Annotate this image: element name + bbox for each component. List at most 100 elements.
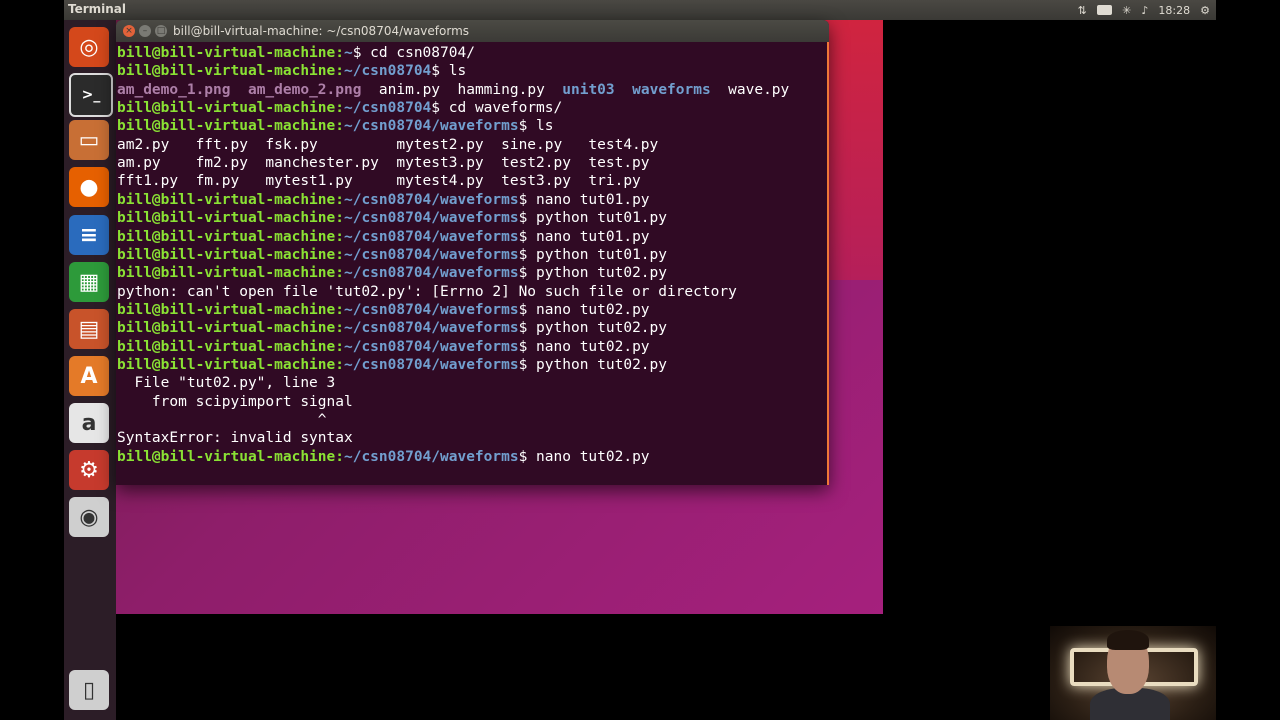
image-file-entry: am_demo_1.png	[117, 81, 231, 98]
network-icon[interactable]: ⇅	[1078, 4, 1087, 17]
command-text: $ ls	[431, 63, 467, 80]
directory-entry: waveforms	[632, 81, 711, 98]
terminal-line: bill@bill-virtual-machine:~/csn08704/wav…	[117, 209, 667, 227]
terminal-line: bill@bill-virtual-machine:~/csn08704/wav…	[117, 448, 650, 466]
output-text: File "tut02.py", line 3	[117, 375, 336, 392]
terminal-line: File "tut02.py", line 3	[117, 374, 335, 392]
bluetooth-icon[interactable]: ✳	[1122, 4, 1131, 17]
close-button[interactable]: ×	[123, 25, 135, 37]
command-text: $ python tut01.py	[518, 246, 667, 263]
terminal-titlebar[interactable]: × – □ bill@bill-virtual-machine: ~/csn08…	[116, 20, 829, 42]
terminal-line: bill@bill-virtual-machine:~/csn08704/wav…	[117, 301, 650, 319]
amazon-glyph: a	[81, 410, 97, 436]
terminal-line: bill@bill-virtual-machine:~/csn08704/wav…	[117, 356, 667, 374]
dvd-icon[interactable]: ◉	[69, 497, 109, 537]
system-settings-glyph: ⚙	[79, 457, 99, 483]
clock[interactable]: 18:28	[1158, 4, 1190, 17]
file-entry: anim.py hamming.py	[361, 81, 563, 98]
prompt-user: bill@bill-virtual-machine:	[117, 100, 344, 117]
prompt-user: bill@bill-virtual-machine:	[117, 191, 344, 208]
terminal-line: bill@bill-virtual-machine:~/csn08704/wav…	[117, 246, 667, 264]
active-app-title: Terminal	[68, 2, 127, 16]
libreoffice-calc-glyph: ▦	[78, 269, 100, 295]
ubuntu-dash-icon[interactable]: ◎	[69, 27, 109, 67]
directory-entry: unit03	[562, 81, 615, 98]
terminal-line: bill@bill-virtual-machine:~/csn08704$ cd…	[117, 99, 562, 117]
terminal-line: am_demo_1.png am_demo_2.png anim.py hamm…	[117, 81, 789, 99]
terminal-output[interactable]: bill@bill-virtual-machine:~$ cd csn08704…	[116, 42, 829, 485]
terminal-line: am2.py fft.py fsk.py mytest2.py sine.py …	[117, 136, 658, 154]
command-text: $ python tut02.py	[518, 265, 667, 282]
terminal-line: bill@bill-virtual-machine:~/csn08704/wav…	[117, 319, 667, 337]
prompt-path: ~/csn08704/waveforms	[343, 356, 519, 373]
system-settings-icon[interactable]: ⚙	[69, 450, 109, 490]
command-text: $ python tut02.py	[518, 356, 667, 373]
terminal-line: am.py fm2.py manchester.py mytest3.py te…	[117, 154, 650, 172]
ubuntu-dash-glyph: ◎	[79, 34, 99, 60]
prompt-path: ~/csn08704/waveforms	[343, 210, 519, 227]
image-file-entry: am_demo_2.png	[247, 81, 362, 98]
command-text: $ python tut01.py	[518, 210, 667, 227]
prompt-user: bill@bill-virtual-machine:	[117, 301, 344, 318]
software-center-glyph: A	[80, 363, 98, 389]
terminal-icon[interactable]: >_	[69, 73, 113, 117]
command-text: $ nano tut02.py	[518, 448, 650, 465]
top-panel: Terminal ⇅ En ✳ ♪ 18:28 ⚙	[64, 0, 1216, 20]
trash-icon[interactable]: ▯	[69, 670, 109, 710]
prompt-path: ~/csn08704/waveforms	[343, 228, 519, 245]
prompt-path: ~/csn08704/waveforms	[343, 118, 519, 135]
maximize-button[interactable]: □	[155, 25, 167, 37]
terminal-line: from scipyimport signal	[117, 393, 353, 411]
command-text: $ cd csn08704/	[352, 45, 475, 61]
file-entry	[615, 82, 632, 98]
prompt-user: bill@bill-virtual-machine:	[117, 228, 344, 245]
output-text: am2.py fft.py fsk.py mytest2.py sine.py …	[117, 136, 659, 153]
command-text: $ python tut02.py	[518, 320, 667, 337]
webcam-person-hair	[1107, 630, 1149, 650]
prompt-path: ~/csn08704/waveforms	[343, 246, 519, 263]
terminal-line: fft1.py fm.py mytest1.py mytest4.py test…	[117, 172, 641, 190]
prompt-path: ~/csn08704/waveforms	[343, 320, 519, 337]
terminal-line: python: can't open file 'tut02.py': [Err…	[117, 283, 737, 301]
libreoffice-writer-glyph: ≡	[79, 222, 99, 248]
terminal-title: bill@bill-virtual-machine: ~/csn08704/wa…	[173, 24, 470, 38]
prompt-user: bill@bill-virtual-machine:	[117, 118, 344, 135]
terminal-line: bill@bill-virtual-machine:~/csn08704/wav…	[117, 191, 650, 209]
terminal-line: bill@bill-virtual-machine:~/csn08704/wav…	[117, 228, 650, 246]
command-text: $ ls	[518, 118, 554, 135]
output-text: python: can't open file 'tut02.py': [Err…	[117, 283, 737, 300]
input-method-indicator[interactable]: En	[1096, 5, 1113, 15]
prompt-path: ~/csn08704/waveforms	[343, 448, 519, 465]
command-text: $ nano tut02.py	[518, 338, 650, 355]
volume-icon[interactable]: ♪	[1141, 4, 1148, 17]
webcam-overlay	[1050, 626, 1216, 720]
firefox-glyph: ●	[79, 174, 99, 200]
amazon-icon[interactable]: a	[69, 403, 109, 443]
output-text: ^	[117, 412, 327, 428]
firefox-icon[interactable]: ●	[69, 167, 109, 207]
prompt-user: bill@bill-virtual-machine:	[117, 246, 344, 263]
files-icon[interactable]: ▭	[69, 120, 109, 160]
terminal-line: ^	[117, 411, 327, 429]
session-gear-icon[interactable]: ⚙	[1200, 4, 1210, 17]
output-text: fft1.py fm.py mytest1.py mytest4.py test…	[117, 173, 641, 190]
libreoffice-impress-icon[interactable]: ▤	[69, 309, 109, 349]
libreoffice-writer-icon[interactable]: ≡	[69, 215, 109, 255]
output-text: am.py fm2.py manchester.py mytest3.py te…	[117, 155, 650, 172]
prompt-user: bill@bill-virtual-machine:	[117, 63, 344, 80]
file-entry	[231, 82, 248, 98]
prompt-user: bill@bill-virtual-machine:	[117, 338, 344, 355]
minimize-button[interactable]: –	[139, 25, 151, 37]
dvd-glyph: ◉	[79, 504, 99, 530]
launcher: ◎ >_ ▭ ● ≡ ▦ ▤ Aa ⚙ ◉ ▯	[64, 20, 116, 720]
prompt-path: ~/csn08704/waveforms	[343, 265, 519, 282]
prompt-path: ~/csn08704	[343, 63, 432, 80]
prompt-path: ~/csn08704	[343, 100, 432, 117]
terminal-line: bill@bill-virtual-machine:~/csn08704$ ls	[117, 62, 466, 80]
file-entry: wave.py	[710, 81, 790, 98]
prompt-user: bill@bill-virtual-machine:	[117, 448, 344, 465]
terminal-line: bill@bill-virtual-machine:~/csn08704/wav…	[117, 264, 667, 282]
libreoffice-calc-icon[interactable]: ▦	[69, 262, 109, 302]
prompt-path: ~/csn08704/waveforms	[343, 338, 519, 355]
software-center-icon[interactable]: A	[69, 356, 109, 396]
